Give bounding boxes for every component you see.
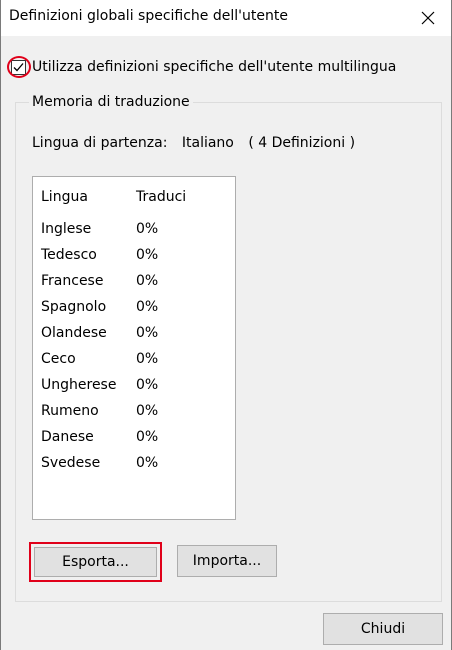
table-row[interactable]: Francese 0% — [41, 273, 206, 299]
multilingual-definitions-checkbox-row[interactable]: Utilizza definizioni specifiche dell'ute… — [9, 56, 396, 78]
source-language-label: Lingua di partenza: — [32, 135, 168, 151]
checkbox-label[interactable]: Utilizza definizioni specifiche dell'ute… — [32, 59, 396, 75]
table-row[interactable]: Ungherese 0% — [41, 377, 206, 403]
translate-cell: 0% — [136, 247, 159, 263]
table-row[interactable]: Tedesco 0% — [41, 247, 206, 273]
language-cell: Francese — [41, 273, 104, 289]
language-cell: Ceco — [41, 351, 76, 367]
source-language-line: Lingua di partenza: Italiano ( 4 Definiz… — [32, 135, 365, 151]
translate-cell: 0% — [136, 299, 159, 315]
table-header-row: Lingua Traduci — [41, 189, 206, 221]
dialog-title: Definizioni globali specifiche dell'uten… — [9, 8, 288, 24]
close-icon — [421, 11, 435, 25]
table-row[interactable]: Ceco 0% — [41, 351, 206, 377]
table-row[interactable]: Svedese 0% — [41, 455, 206, 481]
translate-cell: 0% — [136, 221, 159, 237]
column-header-language: Lingua — [41, 189, 88, 205]
close-window-button[interactable] — [405, 0, 451, 36]
export-button[interactable]: Esporta... — [34, 547, 157, 577]
dialog-window: Definizioni globali specifiche dell'uten… — [0, 0, 452, 650]
title-bar: Definizioni globali specifiche dell'uten… — [1, 0, 451, 36]
language-cell: Inglese — [41, 221, 92, 237]
language-cell: Tedesco — [41, 247, 97, 263]
language-cell: Ungherese — [41, 377, 117, 393]
table-row[interactable]: Inglese 0% — [41, 221, 206, 247]
translate-cell: 0% — [136, 377, 159, 393]
checkmark-icon — [13, 62, 24, 71]
translate-cell: 0% — [136, 325, 159, 341]
language-cell: Spagnolo — [41, 299, 107, 315]
table-row[interactable]: Olandese 0% — [41, 325, 206, 351]
source-language-value: Italiano — [181, 135, 234, 151]
close-button[interactable]: Chiudi — [323, 613, 443, 645]
translate-cell: 0% — [136, 429, 159, 445]
group-title: Memoria di traduzione — [29, 94, 193, 110]
export-button-highlight: Esporta... — [29, 542, 162, 582]
translate-cell: 0% — [136, 273, 159, 289]
language-cell: Rumeno — [41, 403, 99, 419]
translate-cell: 0% — [136, 403, 159, 419]
table-row[interactable]: Rumeno 0% — [41, 403, 206, 429]
language-table: Lingua Traduci Inglese 0% Tedesco 0% Fra… — [41, 189, 206, 481]
import-button[interactable]: Importa... — [177, 545, 277, 577]
language-cell: Danese — [41, 429, 94, 445]
table-row[interactable]: Spagnolo 0% — [41, 299, 206, 325]
table-row[interactable]: Danese 0% — [41, 429, 206, 455]
translate-cell: 0% — [136, 455, 159, 471]
language-list[interactable]: Lingua Traduci Inglese 0% Tedesco 0% Fra… — [32, 176, 236, 520]
multilingual-definitions-checkbox[interactable] — [11, 59, 26, 75]
column-header-translate: Traduci — [136, 189, 187, 205]
definitions-count: ( 4 Definizioni ) — [248, 135, 356, 151]
language-cell: Svedese — [41, 455, 101, 471]
language-cell: Olandese — [41, 325, 107, 341]
translate-cell: 0% — [136, 351, 159, 367]
